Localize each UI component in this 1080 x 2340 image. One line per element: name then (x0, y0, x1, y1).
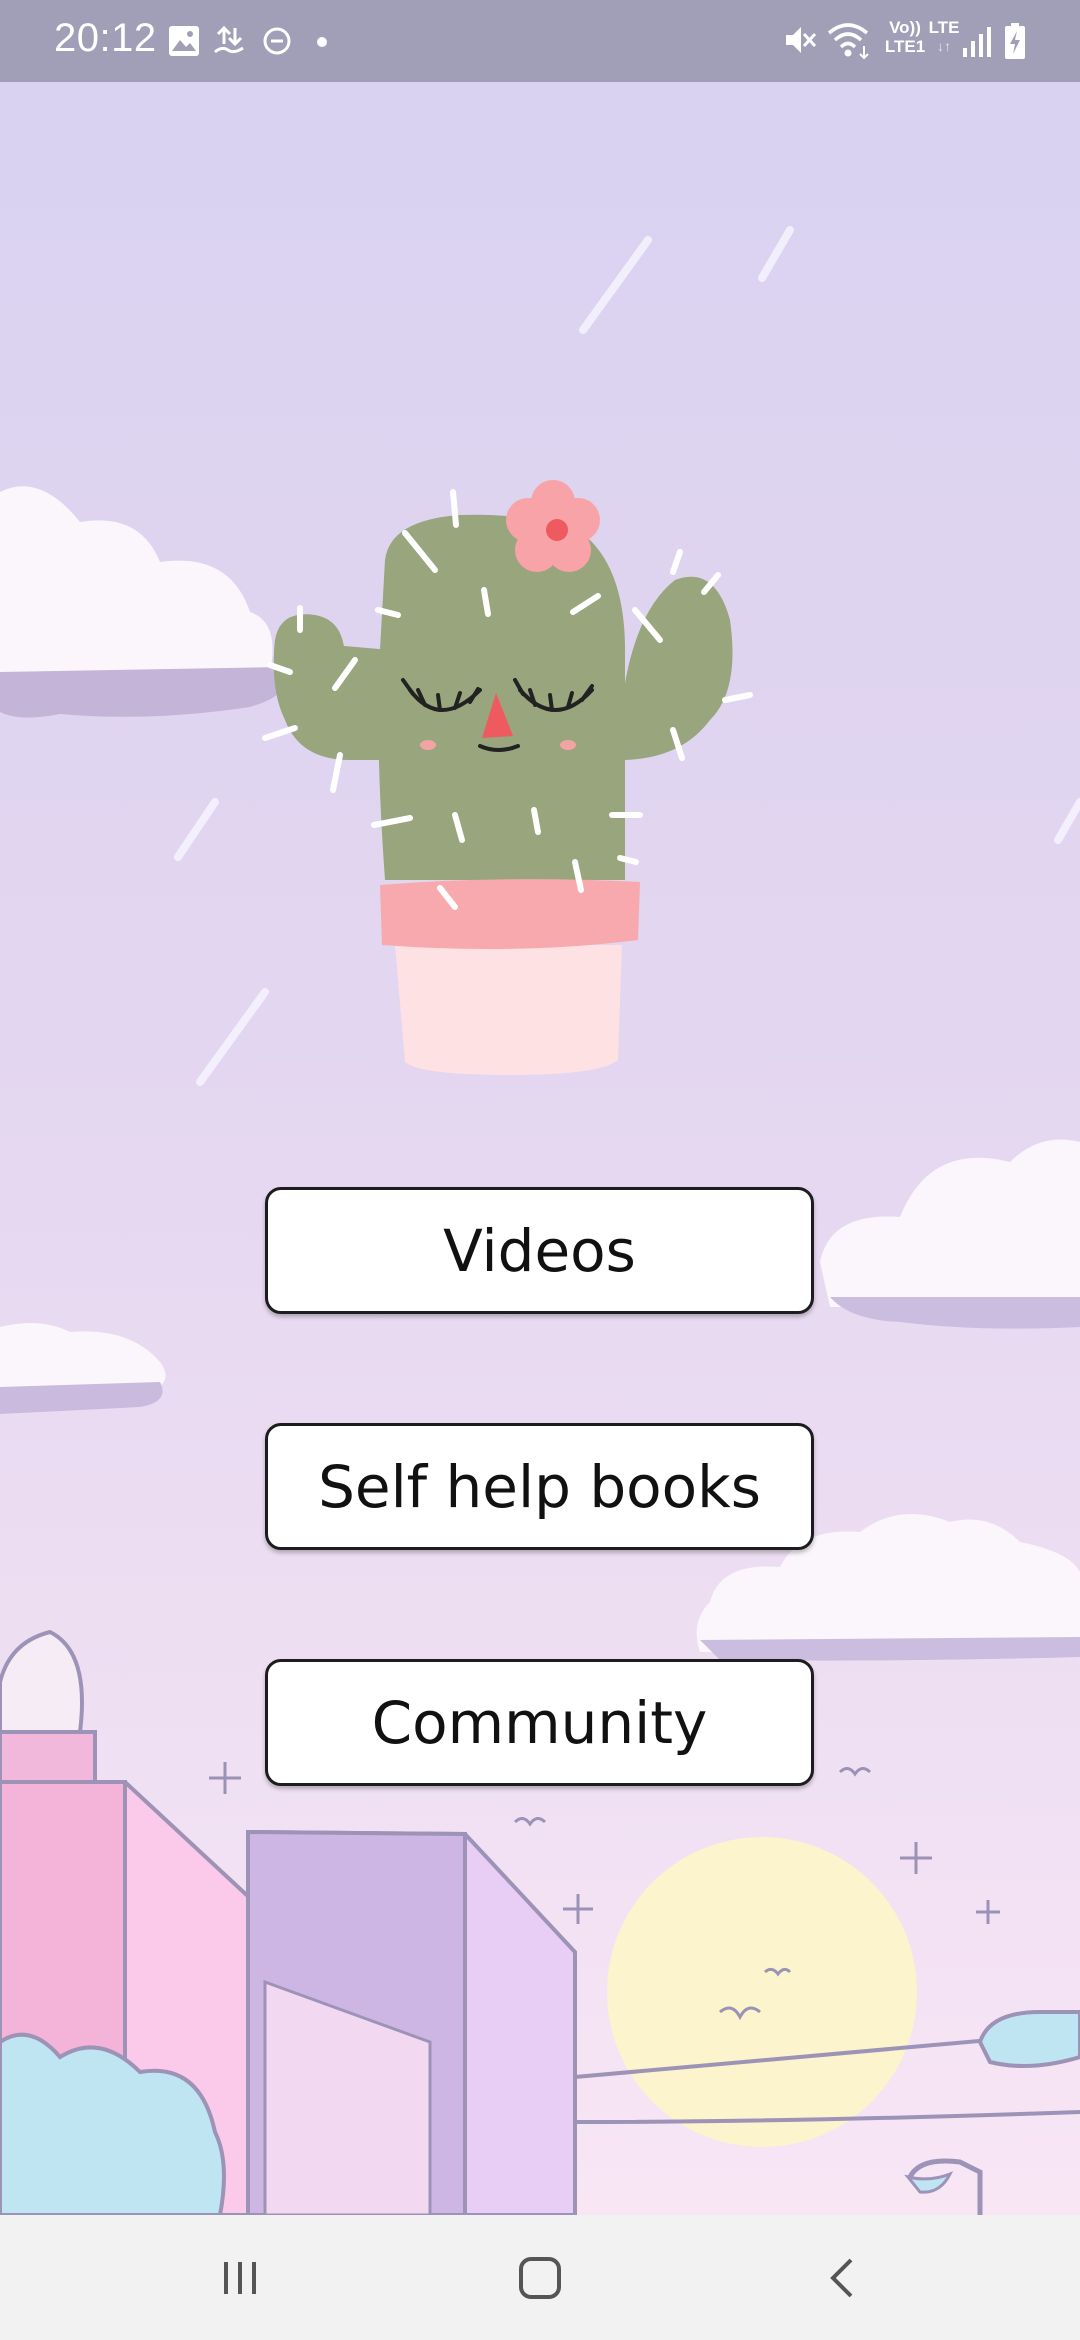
lte-indicator: LTE ↓↑ (922, 18, 966, 56)
back-button[interactable] (742, 2215, 942, 2340)
do-not-disturb-icon (263, 27, 291, 55)
dot-icon (317, 37, 327, 47)
status-bar: 20:12 Vo)) LTE1 LTE ↓↑ (0, 0, 1080, 82)
recent-apps-icon (224, 2261, 256, 2294)
navigation-bar (0, 2215, 1080, 2340)
lte-label: LTE (928, 18, 960, 37)
home-icon (519, 2256, 561, 2299)
sun (607, 1837, 917, 2147)
home-button[interactable] (440, 2215, 640, 2340)
wifi-icon (827, 23, 869, 60)
self-help-books-button[interactable]: Self help books (265, 1423, 814, 1550)
recent-apps-button[interactable] (140, 2215, 340, 2340)
data-transfer-icon (214, 25, 244, 54)
mute-icon (786, 27, 817, 53)
signal-icon (963, 27, 991, 57)
pastel-city-background (0, 82, 1080, 2215)
community-button[interactable]: Community (265, 1659, 814, 1786)
status-time: 20:12 (54, 16, 157, 60)
background-scene (0, 82, 1080, 2215)
back-icon (830, 2258, 853, 2297)
videos-button[interactable]: Videos (265, 1187, 814, 1314)
image-icon (169, 26, 199, 56)
battery-charging-icon (1005, 23, 1025, 59)
